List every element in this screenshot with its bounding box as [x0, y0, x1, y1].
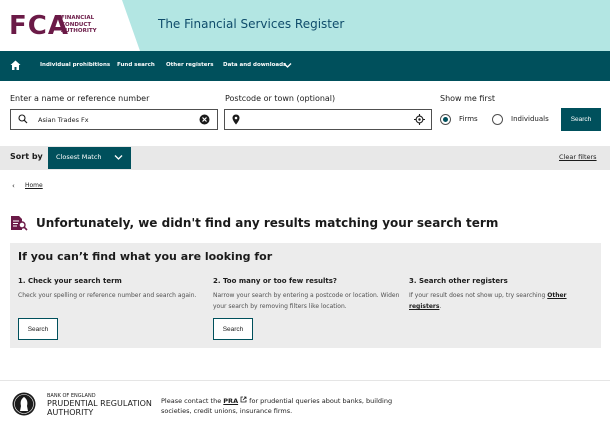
locate-me-icon[interactable] — [414, 114, 425, 125]
pra-logo-text: PRUDENTIAL REGULATION AUTHORITY — [47, 399, 152, 417]
help-col-3-text: If your result does not show up, try sea… — [409, 292, 567, 310]
firms-radio-label[interactable]: Firms — [459, 115, 478, 123]
postcode-field-label: Postcode or town (optional) — [225, 94, 336, 103]
help-col-2-search-button[interactable]: Search — [213, 318, 253, 340]
help-panel-title: If you can’t find what you are looking f… — [18, 250, 273, 263]
help-col-1-search-button[interactable]: Search — [18, 318, 58, 340]
name-field-label: Enter a name or reference number — [10, 94, 150, 103]
fca-logo-tagline: FINANCIAL CONDUCT AUTHORITY — [61, 15, 97, 34]
sort-select-value: Closest Match — [56, 153, 102, 161]
help-col-2-title: 2. Too many or too few results? — [213, 277, 337, 285]
bank-of-england-seal-icon — [12, 392, 36, 416]
breadcrumb-home[interactable]: Home — [25, 182, 43, 189]
nav-item-other-registers[interactable]: Other registers — [166, 62, 213, 68]
nav-item-individual-prohibitions[interactable]: Individual prohibitions — [40, 62, 110, 68]
help-col-1-title: 1. Check your search term — [18, 277, 122, 285]
search-button[interactable]: Search — [561, 108, 601, 131]
sort-by-label: Sort by — [10, 152, 43, 161]
footer-divider — [0, 380, 610, 381]
help-col-3-title: 3. Search other registers — [409, 277, 508, 285]
clear-input-icon[interactable] — [199, 114, 210, 125]
nav-item-data-and-downloads[interactable]: Data and downloads — [223, 62, 286, 68]
show-me-first-label: Show me first — [440, 94, 496, 103]
location-pin-icon — [232, 114, 240, 125]
name-search-value: Asian Trades Fx — [38, 116, 89, 124]
chevron-down-icon — [114, 155, 123, 160]
chevron-down-icon[interactable] — [283, 62, 292, 69]
chevron-left-icon: ‹ — [12, 182, 15, 190]
postcode-input[interactable] — [224, 109, 432, 130]
home-icon[interactable] — [10, 60, 21, 71]
help-col-2-text: Narrow your search by entering a postcod… — [213, 292, 400, 310]
no-results-message: Unfortunately, we didn't find any result… — [36, 216, 499, 230]
service-title[interactable]: The Financial Services Register — [158, 17, 344, 31]
nav-item-fund-search[interactable]: Fund search — [117, 62, 155, 68]
search-icon — [18, 114, 28, 124]
clear-filters-link[interactable]: Clear filters — [559, 153, 597, 161]
individuals-radio[interactable] — [492, 114, 503, 125]
pra-link[interactable]: PRA — [223, 397, 238, 405]
help-col-1-text: Check your spelling or reference number … — [18, 292, 197, 299]
footer-pra-text: Please contact the PRA for prudential qu… — [161, 396, 393, 415]
fca-logo[interactable]: FCA — [9, 11, 69, 41]
individuals-radio-label[interactable]: Individuals — [511, 115, 549, 123]
document-search-icon — [11, 216, 28, 231]
firms-radio[interactable] — [440, 114, 451, 125]
sort-select[interactable]: Closest Match — [48, 147, 131, 169]
